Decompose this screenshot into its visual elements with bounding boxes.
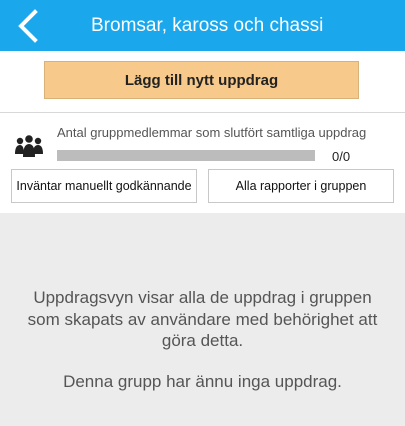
divider xyxy=(0,112,405,113)
app-screen: Bromsar, kaross och chassi Lägg till nyt… xyxy=(0,0,405,426)
progress-label: Antal gruppmedlemmar som slutfört samtli… xyxy=(57,125,367,140)
group-icon xyxy=(15,135,43,157)
back-button[interactable] xyxy=(8,7,48,45)
awaiting-approval-button[interactable]: Inväntar manuellt godkännande xyxy=(11,169,197,203)
empty-state-message: Uppdragsvyn visar alla de uppdrag i grup… xyxy=(27,288,378,350)
all-reports-button[interactable]: Alla rapporter i gruppen xyxy=(208,169,394,203)
header-bar: Bromsar, kaross och chassi xyxy=(0,0,405,51)
no-tasks-message: Denna grupp har ännu inga uppdrag. xyxy=(63,372,342,391)
add-task-button[interactable]: Lägg till nytt uppdrag xyxy=(44,61,359,99)
chevron-left-icon xyxy=(18,9,38,43)
progress-bar xyxy=(57,150,315,161)
progress-count: 0/0 xyxy=(332,149,351,164)
page-title: Bromsar, kaross och chassi xyxy=(91,15,324,36)
